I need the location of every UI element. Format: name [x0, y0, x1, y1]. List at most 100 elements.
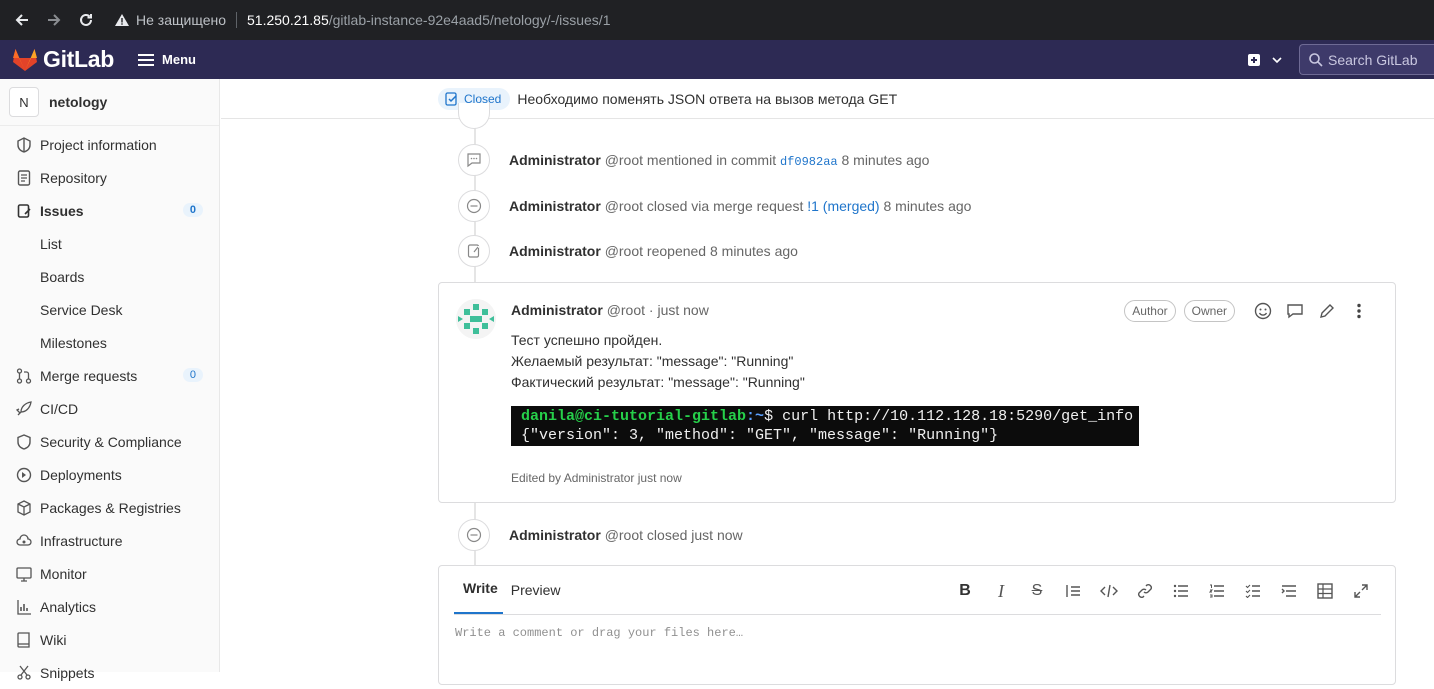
comment-textarea[interactable]: Write a comment or drag your files here…	[455, 626, 743, 640]
closed-circle-icon	[458, 519, 490, 551]
sidebar-item-security[interactable]: Security & Compliance	[0, 425, 219, 458]
emoji-reaction-button[interactable]	[1247, 299, 1279, 323]
sidebar-item-milestones[interactable]: Milestones	[0, 326, 219, 359]
fullscreen-icon[interactable]	[1343, 579, 1379, 603]
address-bar[interactable]: Не защищено 51.250.21.85 /gitlab-instanc…	[114, 12, 611, 28]
note-line: Фактический результат: "message": "Runni…	[511, 374, 805, 390]
sidebar-item-label: CI/CD	[40, 400, 79, 417]
merge-request-link[interactable]: !1 (merged)	[807, 198, 879, 214]
bold-icon[interactable]: B	[947, 579, 983, 603]
sidebar-item-list[interactable]: List	[0, 227, 219, 260]
sidebar-item-deployments[interactable]: Deployments	[0, 458, 219, 491]
insecure-label: Не защищено	[136, 12, 226, 28]
quote-icon[interactable]	[1055, 579, 1091, 603]
terminal-output: {"version": 3, "method": "GET", "message…	[521, 427, 999, 444]
closed-circle-icon	[458, 190, 490, 222]
sidebar-item-label: Boards	[40, 268, 85, 285]
sidebar-item-cicd[interactable]: CI/CD	[0, 392, 219, 425]
sidebar-item-boards[interactable]: Boards	[0, 260, 219, 293]
timeline-event: Administrator @root closed just now	[458, 519, 743, 551]
sidebar-item-label: Milestones	[40, 334, 107, 351]
chart-icon	[16, 599, 32, 615]
sidebar-item-label: List	[40, 235, 62, 252]
issue-title: Необходимо поменять JSON ответа на вызов…	[517, 90, 898, 107]
shield-icon	[16, 433, 32, 450]
numbered-list-icon[interactable]	[1199, 579, 1235, 603]
warning-icon	[115, 14, 129, 26]
strikethrough-icon[interactable]: S	[1019, 579, 1055, 603]
sidebar-item-merge-requests[interactable]: Merge requests 0	[0, 359, 219, 392]
doc-icon	[16, 169, 32, 186]
sidebar-item-label: Service Desk	[40, 301, 123, 318]
project-name: netology	[49, 94, 108, 110]
event-author[interactable]: Administrator	[509, 243, 601, 259]
edit-button[interactable]	[1311, 299, 1343, 323]
note-header: Administrator @root · just now	[511, 302, 709, 318]
event-author[interactable]: Administrator	[509, 198, 601, 214]
sidebar-item-repository[interactable]: Repository	[0, 161, 219, 194]
note-actions: Author Owner	[1116, 299, 1375, 323]
sidebar-item-snippets[interactable]: Snippets	[0, 656, 219, 689]
kebab-menu-icon	[1357, 303, 1361, 319]
commit-link[interactable]: df0982aa	[780, 155, 838, 169]
comment-icon	[458, 144, 490, 176]
comment-form: Write Preview B I S Write a comment or d…	[438, 565, 1396, 685]
forward-button[interactable]	[38, 0, 70, 40]
table-icon[interactable]	[1307, 579, 1343, 603]
sidebar-item-label: Infrastructure	[40, 532, 123, 549]
new-item-dropdown[interactable]	[1247, 53, 1283, 67]
menu-button[interactable]: Menu	[138, 52, 196, 67]
author-badge: Author	[1124, 300, 1176, 322]
package-icon	[16, 499, 32, 516]
note-line: Желаемый результат: "message": "Running"	[511, 353, 794, 369]
monitor-icon	[16, 566, 32, 582]
merge-requests-count-badge: 0	[182, 368, 203, 382]
event-handle: @root	[604, 243, 644, 259]
owner-badge: Owner	[1183, 300, 1235, 322]
task-list-icon[interactable]	[1235, 579, 1271, 603]
collapsible-icon[interactable]	[1271, 579, 1307, 603]
event-author[interactable]: Administrator	[509, 527, 601, 543]
sidebar-item-service-desk[interactable]: Service Desk	[0, 293, 219, 326]
search-input[interactable]: Search GitLab	[1299, 44, 1434, 75]
sidebar-item-wiki[interactable]: Wiki	[0, 623, 219, 656]
event-time: 8 minutes ago	[883, 198, 972, 214]
gitlab-logo[interactable]: GitLab	[12, 46, 114, 73]
sidebar-item-monitor[interactable]: Monitor	[0, 557, 219, 590]
sidebar-project-header[interactable]: N netology	[0, 79, 219, 126]
event-author[interactable]: Administrator	[509, 152, 601, 168]
sidebar-item-project-information[interactable]: Project information	[0, 128, 219, 161]
sidebar-item-issues[interactable]: Issues 0	[0, 194, 219, 227]
tab-preview[interactable]: Preview	[506, 582, 566, 614]
tab-write[interactable]: Write	[454, 580, 503, 614]
back-arrow-icon	[15, 14, 28, 26]
sidebar-item-infrastructure[interactable]: Infrastructure	[0, 524, 219, 557]
sidebar-item-packages[interactable]: Packages & Registries	[0, 491, 219, 524]
sidebar-item-label: Packages & Registries	[40, 499, 181, 516]
sidebar-item-analytics[interactable]: Analytics	[0, 590, 219, 623]
link-icon[interactable]	[1127, 579, 1163, 603]
merge-icon	[16, 367, 32, 384]
timeline-event: Administrator @root closed via merge req…	[458, 190, 971, 222]
event-handle: @root	[604, 527, 644, 543]
back-button[interactable]	[6, 0, 38, 40]
markdown-toolbar: B I S	[947, 579, 1379, 603]
avatar[interactable]	[456, 299, 496, 339]
bullet-list-icon[interactable]	[1163, 579, 1199, 603]
snippet-icon	[16, 665, 32, 681]
sidebar-item-label: Analytics	[40, 598, 97, 615]
event-action: reopened	[646, 243, 707, 259]
code-icon[interactable]	[1091, 579, 1127, 603]
more-actions-button[interactable]	[1343, 299, 1375, 323]
reply-button[interactable]	[1279, 299, 1311, 323]
italic-icon[interactable]: I	[983, 579, 1019, 603]
note-author[interactable]: Administrator	[511, 302, 603, 318]
terminal-path: :~	[746, 408, 765, 425]
reload-button[interactable]	[70, 0, 102, 40]
issue-closed-icon	[445, 91, 457, 106]
book-icon	[16, 631, 32, 648]
comment-note: Administrator @root · just now Author Ow…	[438, 282, 1396, 503]
terminal-user: danila@ci-tutorial-gitlab	[521, 408, 747, 425]
event-action: mentioned in commit	[646, 151, 777, 168]
sidebar-item-label: Project information	[40, 136, 157, 153]
